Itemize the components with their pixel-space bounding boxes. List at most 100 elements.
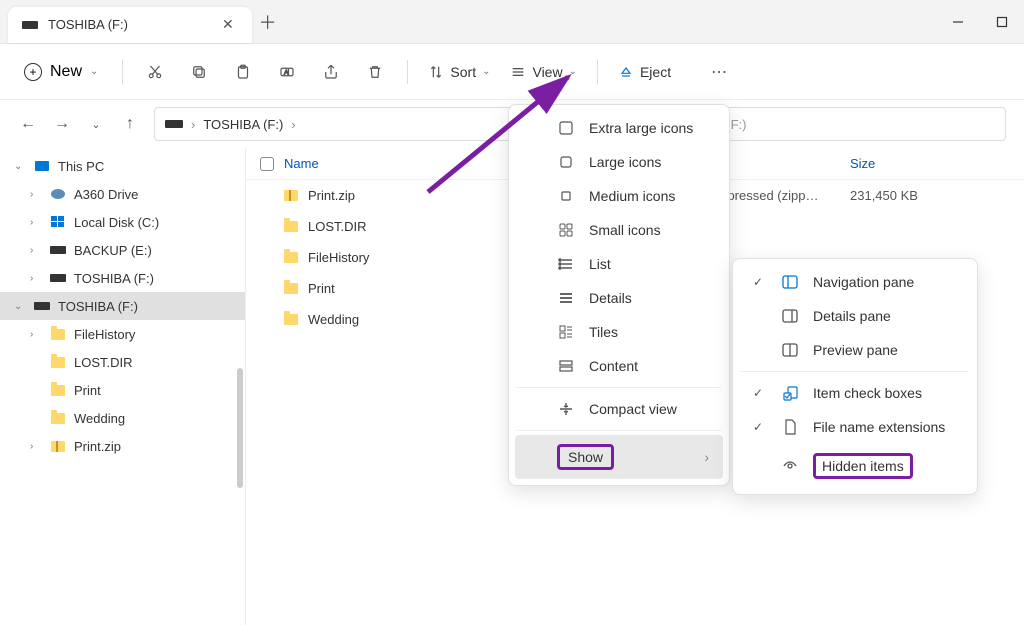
sort-button[interactable]: Sort ⌄ [420,60,498,84]
tab[interactable]: TOSHIBA (F:) ✕ [8,7,252,43]
eject-label: Eject [640,64,671,80]
chevron-down-icon: ⌄ [569,66,577,77]
zip-icon [51,441,65,452]
sidebar-item-wedding[interactable]: › Wedding [0,404,245,432]
sort-icon [428,64,444,80]
sidebar-item-thispc[interactable]: ⌄ This PC [0,152,245,180]
bc-sep: › [191,117,195,132]
new-label: New [50,63,82,81]
bc-path: TOSHIBA (F:) [203,117,283,132]
sidebar-item-printzip[interactable]: › Print.zip [0,432,245,460]
menu-item-hidden[interactable]: Hidden items [739,444,971,488]
plus-icon: + [24,63,42,81]
titlebar: TOSHIBA (F:) ✕ ＋ [0,0,1024,44]
sidebar-item-a360[interactable]: › A360 Drive [0,180,245,208]
menu-item-tiles[interactable]: Tiles [515,315,723,349]
header-name[interactable]: Name [284,156,319,171]
toolbar: + New ⌄ A Sort ⌄ View ⌄ Eject ⋯ [0,44,1024,100]
show-submenu: ✓Navigation pane Details pane Preview pa… [732,258,978,495]
new-tab-button[interactable]: ＋ [252,9,284,35]
maximize-button[interactable] [980,6,1024,38]
folder-icon [51,385,65,396]
chevron-right-icon: › [30,245,42,256]
chevron-down-icon: ⌄ [90,66,98,77]
drive-icon [34,302,50,310]
folder-icon [284,314,298,325]
menu-item-xl-icons[interactable]: Extra large icons [515,111,723,145]
chevron-down-icon: ⌄ [14,161,26,172]
view-label: View [532,64,562,80]
highlight-hidden: Hidden items [813,453,913,479]
sidebar-item-filehistory[interactable]: › FileHistory [0,320,245,348]
chevron-right-icon: › [30,189,42,200]
view-menu: Extra large icons Large icons Medium ico… [508,104,730,486]
highlight-show: Show [557,444,614,470]
pc-icon [35,161,49,171]
chevron-right-icon: › [30,217,42,228]
chevron-right-icon: › [30,441,42,452]
folder-icon [284,221,298,232]
menu-item-preview-pane[interactable]: Preview pane [739,333,971,367]
eject-icon [618,64,634,80]
menu-item-extensions[interactable]: ✓File name extensions [739,410,971,444]
menu-item-checkboxes[interactable]: ✓Item check boxes [739,376,971,410]
breadcrumb[interactable]: › TOSHIBA (F:) › [154,107,549,141]
more-button[interactable]: ⋯ [699,54,739,90]
menu-item-show[interactable]: Show › [515,435,723,479]
sort-label: Sort [450,64,476,80]
drive-icon [50,274,66,282]
cloud-icon [51,189,65,199]
sidebar-item-print[interactable]: › Print [0,376,245,404]
drive-icon [165,120,183,128]
folder-icon [51,329,65,340]
sidebar-item-backup[interactable]: › BACKUP (E:) [0,236,245,264]
rename-button[interactable]: A [267,54,307,90]
menu-item-nav-pane[interactable]: ✓Navigation pane [739,265,971,299]
sidebar: ⌄ This PC › A360 Drive › Local Disk (C:)… [0,148,246,625]
cut-button[interactable] [135,54,175,90]
menu-item-sm-icons[interactable]: Small icons [515,213,723,247]
select-all-checkbox[interactable] [260,157,274,171]
delete-button[interactable] [355,54,395,90]
paste-button[interactable] [223,54,263,90]
folder-icon [284,252,298,263]
scrollbar[interactable] [237,368,243,488]
header-size[interactable]: Size [850,156,875,171]
view-button[interactable]: View ⌄ [502,60,584,84]
view-icon [510,64,526,80]
zip-icon [284,190,298,201]
up-button[interactable]: ↑ [120,115,140,133]
tab-title: TOSHIBA (F:) [48,17,128,32]
menu-item-md-icons[interactable]: Medium icons [515,179,723,213]
folder-icon [284,283,298,294]
menu-item-details-pane[interactable]: Details pane [739,299,971,333]
chevron-right-icon: › [30,329,42,340]
new-button[interactable]: + New ⌄ [12,57,110,87]
sidebar-item-toshiba-open[interactable]: ⌄ TOSHIBA (F:) [0,292,245,320]
sidebar-item-localc[interactable]: › Local Disk (C:) [0,208,245,236]
menu-item-details[interactable]: Details [515,281,723,315]
folder-icon [51,413,65,424]
forward-button[interactable]: → [52,115,72,133]
folder-icon [51,357,65,368]
sidebar-item-lostdir[interactable]: › LOST.DIR [0,348,245,376]
menu-item-content[interactable]: Content [515,349,723,383]
copy-button[interactable] [179,54,219,90]
close-tab-button[interactable]: ✕ [218,16,238,33]
share-button[interactable] [311,54,351,90]
minimize-button[interactable] [936,6,980,38]
menu-item-lg-icons[interactable]: Large icons [515,145,723,179]
chevron-down-icon: ⌄ [482,66,490,77]
menu-item-list[interactable]: List [515,247,723,281]
eject-button[interactable]: Eject [610,60,679,84]
menu-item-compact[interactable]: Compact view [515,392,723,426]
drive-icon [22,21,38,29]
sidebar-item-toshiba[interactable]: › TOSHIBA (F:) [0,264,245,292]
recent-button[interactable]: ⌄ [86,118,106,131]
back-button[interactable]: ← [18,115,38,133]
chevron-down-icon: ⌄ [14,301,26,312]
bc-sep2: › [291,117,295,132]
drive-icon [50,246,66,254]
chevron-right-icon: › [30,273,42,284]
chevron-right-icon: › [704,449,709,465]
